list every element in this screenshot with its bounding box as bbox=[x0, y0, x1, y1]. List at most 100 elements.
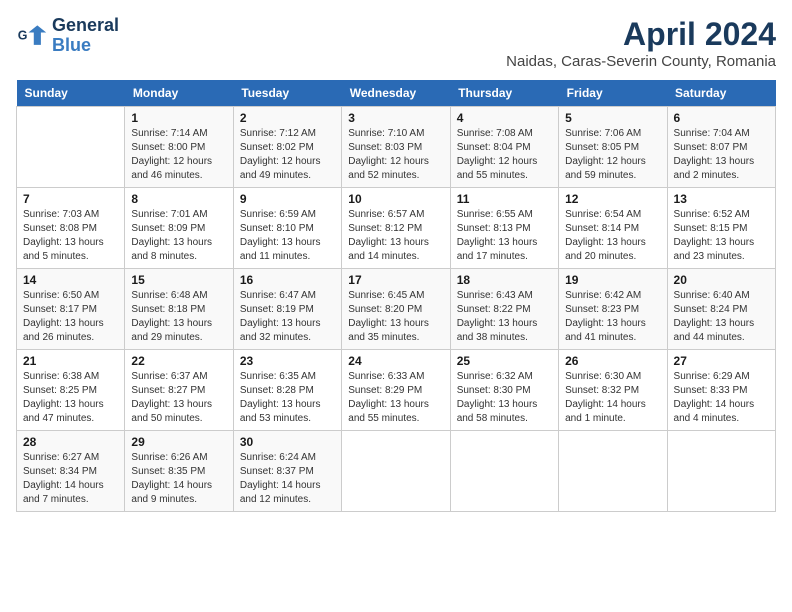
weekday-header-monday: Monday bbox=[125, 80, 233, 107]
calendar-week-row: 21Sunrise: 6:38 AMSunset: 8:25 PMDayligh… bbox=[17, 350, 776, 431]
day-number: 29 bbox=[131, 435, 226, 449]
logo: G General Blue bbox=[16, 16, 119, 56]
day-number: 19 bbox=[565, 273, 660, 287]
day-info: Sunrise: 6:29 AMSunset: 8:33 PMDaylight:… bbox=[674, 370, 769, 426]
day-number: 28 bbox=[23, 435, 118, 449]
day-number: 3 bbox=[348, 111, 443, 125]
calendar-cell: 13 Sunrise: 6:52 AMSunset: 8:15 PMDayligh… bbox=[667, 188, 775, 269]
calendar-cell: 16 Sunrise: 6:47 AMSunset: 8:19 PMDayligh… bbox=[233, 269, 341, 350]
calendar-cell: 9 Sunrise: 6:59 AMSunset: 8:10 PMDaylight… bbox=[233, 188, 341, 269]
day-number: 7 bbox=[23, 192, 118, 206]
day-number: 23 bbox=[240, 354, 335, 368]
calendar-cell: 15 Sunrise: 6:48 AMSunset: 8:18 PMDayligh… bbox=[125, 269, 233, 350]
day-info: Sunrise: 7:12 AMSunset: 8:02 PMDaylight:… bbox=[240, 127, 335, 183]
day-number: 6 bbox=[674, 111, 769, 125]
logo-text: General Blue bbox=[52, 16, 119, 56]
day-info: Sunrise: 7:06 AMSunset: 8:05 PMDaylight:… bbox=[565, 127, 660, 183]
weekday-header-thursday: Thursday bbox=[450, 80, 558, 107]
calendar-cell: 24Sunrise: 6:33 AMSunset: 8:29 PMDayligh… bbox=[342, 350, 450, 431]
day-info: Sunrise: 6:37 AMSunset: 8:27 PMDaylight:… bbox=[131, 370, 226, 426]
weekday-header-row: SundayMondayTuesdayWednesdayThursdayFrid… bbox=[17, 80, 776, 107]
day-number: 13 bbox=[674, 192, 769, 206]
calendar-subtitle: Naidas, Caras-Severin County, Romania bbox=[506, 53, 776, 70]
calendar-week-row: 7 Sunrise: 7:03 AMSunset: 8:08 PMDaylight… bbox=[17, 188, 776, 269]
calendar-cell: 18 Sunrise: 6:43 AMSunset: 8:22 PMDayligh… bbox=[450, 269, 558, 350]
calendar-header: SundayMondayTuesdayWednesdayThursdayFrid… bbox=[17, 80, 776, 107]
calendar-table: SundayMondayTuesdayWednesdayThursdayFrid… bbox=[16, 80, 776, 512]
day-info: Sunrise: 6:27 AMSunset: 8:34 PMDaylight:… bbox=[23, 451, 118, 507]
day-info: Sunrise: 6:42 AMSunset: 8:23 PMDaylight:… bbox=[565, 289, 660, 345]
day-info: Sunrise: 6:45 AMSunset: 8:20 PMDaylight:… bbox=[348, 289, 443, 345]
day-info: Sunrise: 6:48 AMSunset: 8:18 PMDaylight:… bbox=[131, 289, 226, 345]
day-number: 1 bbox=[131, 111, 226, 125]
calendar-cell: 17 Sunrise: 6:45 AMSunset: 8:20 PMDayligh… bbox=[342, 269, 450, 350]
day-number: 11 bbox=[457, 192, 552, 206]
day-number: 17 bbox=[348, 273, 443, 287]
calendar-week-row: 28 Sunrise: 6:27 AMSunset: 8:34 PMDayligh… bbox=[17, 431, 776, 512]
day-info: Sunrise: 6:52 AMSunset: 8:15 PMDaylight:… bbox=[674, 208, 769, 264]
day-number: 15 bbox=[131, 273, 226, 287]
calendar-cell: 8 Sunrise: 7:01 AMSunset: 8:09 PMDaylight… bbox=[125, 188, 233, 269]
day-info: Sunrise: 6:32 AMSunset: 8:30 PMDaylight:… bbox=[457, 370, 552, 426]
logo-icon: G bbox=[16, 20, 48, 52]
calendar-cell: 30 Sunrise: 6:24 AMSunset: 8:37 PMDayligh… bbox=[233, 431, 341, 512]
calendar-cell: 11 Sunrise: 6:55 AMSunset: 8:13 PMDayligh… bbox=[450, 188, 558, 269]
calendar-cell: 5 Sunrise: 7:06 AMSunset: 8:05 PMDaylight… bbox=[559, 107, 667, 188]
day-number: 10 bbox=[348, 192, 443, 206]
day-number: 21 bbox=[23, 354, 118, 368]
calendar-cell: 26Sunrise: 6:30 AMSunset: 8:32 PMDayligh… bbox=[559, 350, 667, 431]
day-info: Sunrise: 6:57 AMSunset: 8:12 PMDaylight:… bbox=[348, 208, 443, 264]
day-number: 5 bbox=[565, 111, 660, 125]
calendar-cell: 20 Sunrise: 6:40 AMSunset: 8:24 PMDayligh… bbox=[667, 269, 775, 350]
calendar-cell: 29 Sunrise: 6:26 AMSunset: 8:35 PMDayligh… bbox=[125, 431, 233, 512]
calendar-body: 1 Sunrise: 7:14 AMSunset: 8:00 PMDaylight… bbox=[17, 107, 776, 512]
day-number: 9 bbox=[240, 192, 335, 206]
day-info: Sunrise: 6:26 AMSunset: 8:35 PMDaylight:… bbox=[131, 451, 226, 507]
calendar-cell: 12 Sunrise: 6:54 AMSunset: 8:14 PMDayligh… bbox=[559, 188, 667, 269]
day-number: 4 bbox=[457, 111, 552, 125]
day-info: Sunrise: 6:40 AMSunset: 8:24 PMDaylight:… bbox=[674, 289, 769, 345]
day-info: Sunrise: 7:10 AMSunset: 8:03 PMDaylight:… bbox=[348, 127, 443, 183]
day-number: 16 bbox=[240, 273, 335, 287]
day-info: Sunrise: 6:55 AMSunset: 8:13 PMDaylight:… bbox=[457, 208, 552, 264]
day-info: Sunrise: 6:35 AMSunset: 8:28 PMDaylight:… bbox=[240, 370, 335, 426]
day-info: Sunrise: 6:59 AMSunset: 8:10 PMDaylight:… bbox=[240, 208, 335, 264]
day-info: Sunrise: 6:33 AMSunset: 8:29 PMDaylight:… bbox=[348, 370, 443, 426]
calendar-cell bbox=[667, 431, 775, 512]
calendar-cell: 22Sunrise: 6:37 AMSunset: 8:27 PMDayligh… bbox=[125, 350, 233, 431]
weekday-header-saturday: Saturday bbox=[667, 80, 775, 107]
day-info: Sunrise: 6:47 AMSunset: 8:19 PMDaylight:… bbox=[240, 289, 335, 345]
day-number: 14 bbox=[23, 273, 118, 287]
day-info: Sunrise: 6:43 AMSunset: 8:22 PMDaylight:… bbox=[457, 289, 552, 345]
calendar-cell: 28 Sunrise: 6:27 AMSunset: 8:34 PMDayligh… bbox=[17, 431, 125, 512]
calendar-cell: 19 Sunrise: 6:42 AMSunset: 8:23 PMDayligh… bbox=[559, 269, 667, 350]
day-number: 20 bbox=[674, 273, 769, 287]
day-number: 30 bbox=[240, 435, 335, 449]
day-info: Sunrise: 7:03 AMSunset: 8:08 PMDaylight:… bbox=[23, 208, 118, 264]
day-number: 27 bbox=[674, 354, 769, 368]
calendar-cell: 14 Sunrise: 6:50 AMSunset: 8:17 PMDayligh… bbox=[17, 269, 125, 350]
day-number: 12 bbox=[565, 192, 660, 206]
calendar-cell: 1 Sunrise: 7:14 AMSunset: 8:00 PMDaylight… bbox=[125, 107, 233, 188]
day-info: Sunrise: 6:50 AMSunset: 8:17 PMDaylight:… bbox=[23, 289, 118, 345]
day-number: 2 bbox=[240, 111, 335, 125]
day-info: Sunrise: 6:30 AMSunset: 8:32 PMDaylight:… bbox=[565, 370, 660, 426]
calendar-title: April 2024 bbox=[506, 16, 776, 53]
day-info: Sunrise: 6:24 AMSunset: 8:37 PMDaylight:… bbox=[240, 451, 335, 507]
day-info: Sunrise: 7:14 AMSunset: 8:00 PMDaylight:… bbox=[131, 127, 226, 183]
day-info: Sunrise: 7:01 AMSunset: 8:09 PMDaylight:… bbox=[131, 208, 226, 264]
day-number: 18 bbox=[457, 273, 552, 287]
page-header: G General Blue April 2024 Naidas, Caras-… bbox=[16, 16, 776, 70]
day-number: 8 bbox=[131, 192, 226, 206]
calendar-cell: 2 Sunrise: 7:12 AMSunset: 8:02 PMDaylight… bbox=[233, 107, 341, 188]
day-info: Sunrise: 6:54 AMSunset: 8:14 PMDaylight:… bbox=[565, 208, 660, 264]
svg-text:G: G bbox=[18, 28, 28, 42]
calendar-cell bbox=[559, 431, 667, 512]
title-block: April 2024 Naidas, Caras-Severin County,… bbox=[506, 16, 776, 70]
calendar-cell: 10 Sunrise: 6:57 AMSunset: 8:12 PMDayligh… bbox=[342, 188, 450, 269]
calendar-cell: 21Sunrise: 6:38 AMSunset: 8:25 PMDayligh… bbox=[17, 350, 125, 431]
day-info: Sunrise: 7:08 AMSunset: 8:04 PMDaylight:… bbox=[457, 127, 552, 183]
calendar-cell: 7 Sunrise: 7:03 AMSunset: 8:08 PMDaylight… bbox=[17, 188, 125, 269]
calendar-cell: 3 Sunrise: 7:10 AMSunset: 8:03 PMDaylight… bbox=[342, 107, 450, 188]
weekday-header-friday: Friday bbox=[559, 80, 667, 107]
